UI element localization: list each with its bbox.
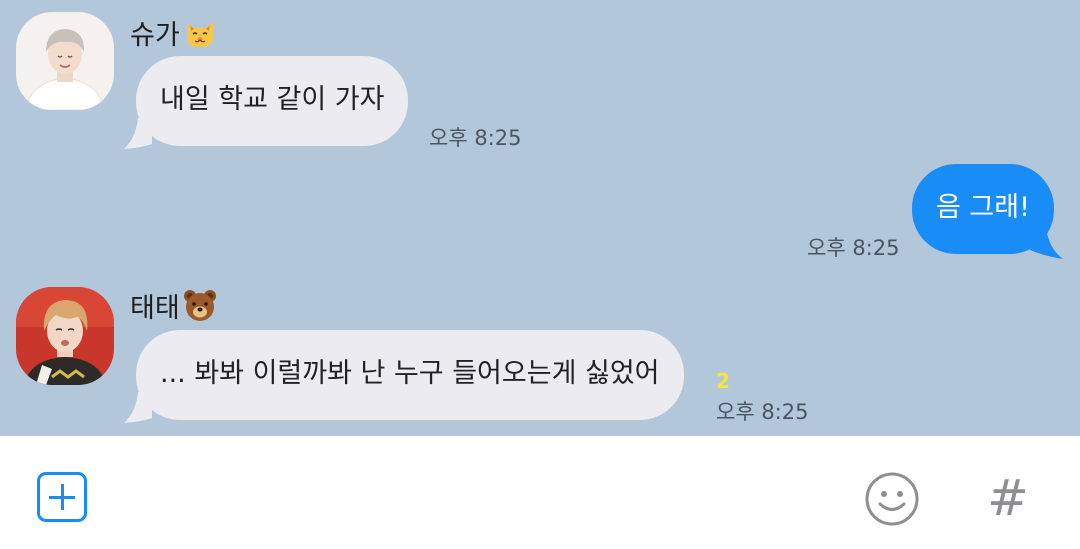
plus-icon[interactable] — [37, 472, 87, 522]
hashtag-search-button[interactable]: # — [986, 470, 1030, 526]
chat-screen: 슈가 내일 학교 같이 가자 오후 8:25 오후 8:25 음 그래! 태태 … — [0, 0, 1080, 549]
bubble-tail — [1030, 226, 1063, 259]
sender-name-suga: 슈가 — [130, 12, 218, 52]
message-input-bar: # — [0, 436, 1080, 549]
message-time: 오후 8:25 — [807, 236, 900, 260]
cat-face-emoji-icon — [182, 14, 218, 50]
avatar-taetae[interactable] — [16, 287, 114, 385]
message-bubble-incoming[interactable]: 내일 학교 같이 가자 — [136, 56, 409, 146]
message-time: 오후 8:25 — [429, 126, 522, 150]
message-bubble-incoming[interactable]: ... 봐봐 이럴까봐 난 누구 들어오는게 싫었어 — [136, 330, 684, 420]
message-list[interactable]: 슈가 내일 학교 같이 가자 오후 8:25 오후 8:25 음 그래! 태태 … — [0, 0, 1080, 436]
unread-count: 2 — [716, 369, 730, 393]
message-text: 내일 학교 같이 가자 — [160, 84, 385, 115]
message-text: 음 그래! — [936, 192, 1030, 223]
sender-name-taetae: 태태 — [130, 285, 218, 325]
message-text: ... 봐봐 이럴까봐 난 누구 들어오는게 싫었어 — [160, 358, 660, 389]
sender-name-text: 슈가 — [130, 19, 180, 51]
bear-face-emoji-icon — [182, 287, 218, 323]
avatar-suga[interactable] — [16, 12, 114, 110]
message-time: 오후 8:25 — [716, 400, 809, 424]
smiley-icon[interactable] — [864, 471, 920, 527]
sender-name-text: 태태 — [130, 292, 180, 324]
